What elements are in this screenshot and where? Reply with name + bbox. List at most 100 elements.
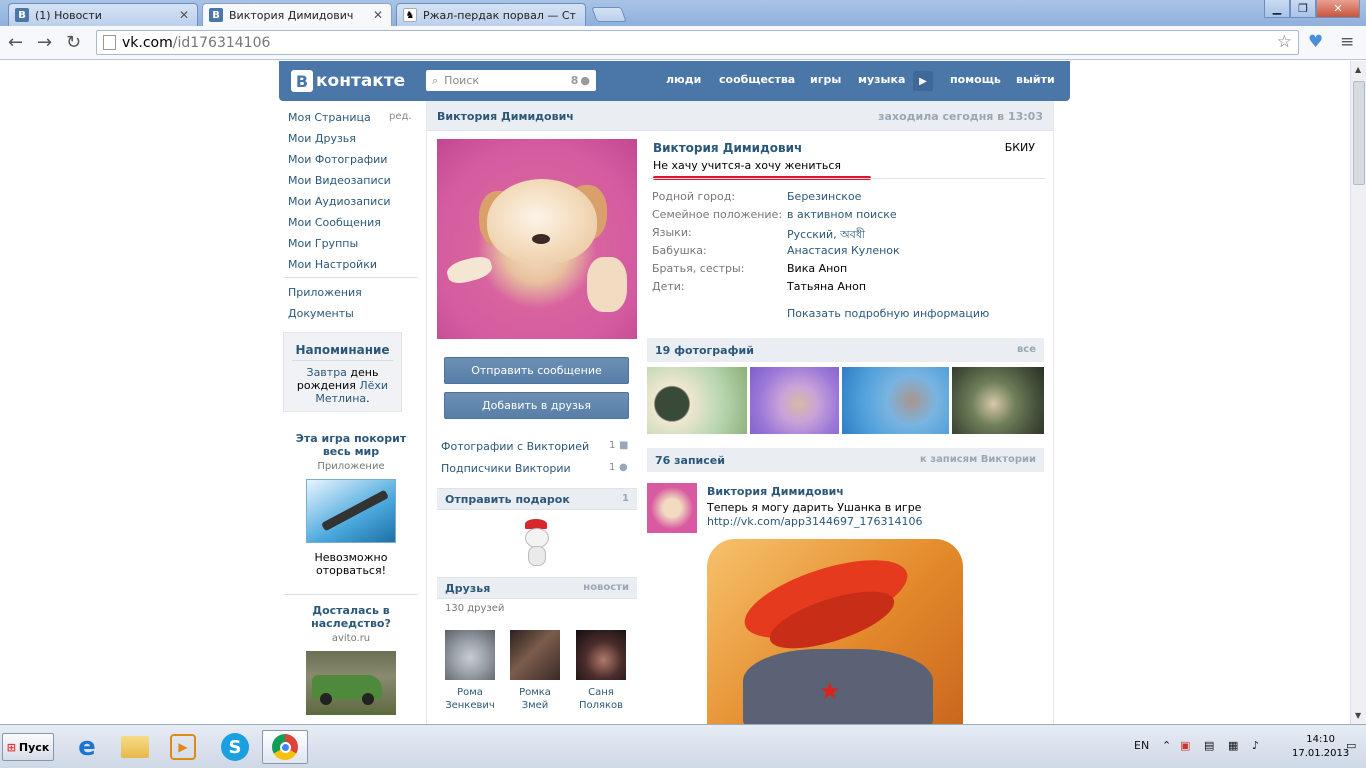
photo-thumbnail[interactable] (750, 367, 839, 434)
friend-first-name[interactable]: Саня (570, 686, 632, 699)
bookmark-star-icon[interactable]: ☆ (1277, 32, 1292, 52)
heart-extension-icon[interactable]: ♥ (1308, 32, 1323, 52)
scrollbar-thumb[interactable] (1353, 81, 1365, 185)
photos-all-link[interactable]: все (1017, 344, 1036, 355)
wall-posts-link[interactable]: к записям Виктории (920, 454, 1036, 465)
language-indicator[interactable]: EN (1134, 739, 1149, 752)
friend-last-name[interactable]: Зенкевич (439, 699, 501, 712)
show-desktop-icon[interactable]: ▭ (1346, 739, 1356, 752)
back-arrow-icon[interactable]: ← (8, 32, 23, 53)
menu-logout[interactable]: выйти (1016, 73, 1055, 86)
gift-section-header[interactable]: Отправить подарок 1 (437, 488, 637, 510)
menu-help[interactable]: помощь (950, 73, 1001, 86)
friends-title[interactable]: Друзья (445, 582, 490, 595)
tray-expand-icon[interactable]: ⌃ (1162, 739, 1171, 752)
system-clock[interactable]: 14:10 17.01.2013 (1292, 733, 1349, 761)
profile-university[interactable]: БКИУ (1005, 141, 1035, 154)
chrome-taskbar-button[interactable] (262, 730, 308, 764)
reload-icon[interactable]: ↻ (66, 32, 81, 53)
friend-last-name[interactable]: Поляков (570, 699, 632, 712)
gift-title[interactable]: Отправить подарок (445, 493, 570, 506)
device-icon[interactable]: ▤ (1204, 739, 1214, 752)
info-value-relationship[interactable]: в активном поиске (787, 208, 897, 221)
menu-music[interactable]: музыка (858, 73, 905, 86)
restore-button[interactable]: ❐ (1290, 0, 1316, 18)
post-author-avatar[interactable] (647, 483, 697, 533)
tab-news[interactable]: В (1) Новости ✕ (8, 3, 198, 26)
photos-title[interactable]: 19 фотографий (655, 344, 754, 357)
close-tab-icon[interactable]: ✕ (373, 8, 383, 22)
media-player-icon[interactable]: ▶ (166, 730, 200, 764)
left-menu-settings[interactable]: Мои Настройки (288, 258, 377, 271)
ad-car-image[interactable] (306, 651, 396, 715)
start-button[interactable]: ⊞ Пуск (2, 733, 54, 761)
post-app-link[interactable]: http://vk.com/app3144697_176314106 (707, 515, 922, 528)
photo-thumbnail[interactable] (952, 367, 1044, 434)
info-value-hometown[interactable]: Березинское (787, 190, 861, 203)
profile-status[interactable]: Не хачу учится-а хочу жениться (653, 159, 841, 172)
ad-title[interactable]: Досталась в наследство? (284, 604, 418, 630)
menu-people[interactable]: люди (666, 73, 701, 86)
network-error-icon[interactable]: ▣ (1180, 739, 1190, 752)
edit-link[interactable]: ред. (389, 111, 412, 122)
scroll-up-arrow-icon[interactable]: ▲ (1355, 65, 1361, 74)
left-menu-groups[interactable]: Мои Группы (288, 237, 358, 250)
post-author-name[interactable]: Виктория Димидович (707, 485, 844, 498)
ad-avito[interactable]: Досталась в наследство? avito.ru (284, 604, 418, 715)
friend-first-name[interactable]: Ромка (504, 686, 566, 699)
menu-icon[interactable]: ≡ (1340, 32, 1354, 52)
tab-joke-page[interactable]: ♞ Ржал-пердак порвал — Стр (396, 3, 586, 26)
forward-arrow-icon[interactable]: → (37, 32, 52, 53)
photo-thumbnail[interactable] (842, 367, 949, 434)
left-menu-friends[interactable]: Мои Друзья (288, 132, 356, 145)
photo-thumbnail[interactable] (647, 367, 747, 434)
left-menu-photos[interactable]: Мои Фотографии (288, 153, 387, 166)
vk-logo[interactable]: В контакте (291, 70, 405, 92)
left-menu-videos[interactable]: Мои Видеозаписи (288, 174, 391, 187)
profile-avatar[interactable] (437, 139, 637, 339)
reminder-tomorrow-link[interactable]: Завтра (307, 366, 347, 379)
left-menu-documents[interactable]: Документы (288, 307, 354, 320)
info-value-languages[interactable]: Русский, অবধী (787, 226, 865, 245)
close-window-button[interactable]: ✕ (1316, 0, 1360, 18)
followers-link[interactable]: Подписчики Виктории (441, 462, 571, 475)
friend-item[interactable]: Ромка Змей (504, 630, 566, 712)
friend-first-name[interactable]: Рома (439, 686, 501, 699)
menu-communities[interactable]: сообщества (719, 73, 795, 86)
add-friend-button[interactable]: Добавить в друзья (444, 392, 629, 419)
internet-explorer-icon[interactable]: e (70, 730, 104, 764)
friends-section-header[interactable]: Друзья новости (437, 577, 637, 599)
volume-icon[interactable]: ♪ (1252, 739, 1259, 752)
vk-search-input[interactable]: ⌕ Поиск 8 ● (426, 70, 596, 91)
post-app-image[interactable]: ★ (707, 539, 963, 724)
friend-last-name[interactable]: Змей (504, 699, 566, 712)
skype-icon[interactable]: S (218, 730, 252, 764)
new-tab-button[interactable] (591, 7, 627, 22)
left-menu-my-page[interactable]: Моя Страница (288, 111, 371, 124)
scroll-down-arrow-icon[interactable]: ▼ (1355, 711, 1361, 720)
tab-profile[interactable]: В Виктория Димидович ✕ (202, 3, 392, 26)
ad-game-image[interactable] (306, 479, 396, 543)
close-tab-icon[interactable]: ✕ (179, 8, 189, 22)
friend-item[interactable]: Саня Поляков (570, 630, 632, 712)
friend-item[interactable]: Рома Зенкевич (439, 630, 501, 712)
friend-photo[interactable] (510, 630, 560, 680)
show-more-info-link[interactable]: Показать подробную информацию (787, 307, 989, 320)
friends-news-link[interactable]: новости (583, 582, 629, 593)
friend-photo[interactable] (576, 630, 626, 680)
send-message-button[interactable]: Отправить сообщение (444, 357, 629, 384)
photos-section-header[interactable]: 19 фотографий все (647, 338, 1044, 362)
friend-photo[interactable] (445, 630, 495, 680)
ad-game[interactable]: Эта игра покорит весь мир Приложение Нев… (284, 432, 418, 577)
folder-icon[interactable] (118, 730, 152, 764)
network-icon[interactable]: ▦ (1228, 739, 1238, 752)
minimize-button[interactable]: ▁ (1264, 0, 1290, 18)
left-menu-audio[interactable]: Мои Аудиозаписи (288, 195, 391, 208)
gift-dog-image[interactable] (519, 519, 555, 567)
left-menu-apps[interactable]: Приложения (288, 286, 362, 299)
photos-with-link[interactable]: Фотографии с Викторией (441, 440, 589, 453)
menu-games[interactable]: игры (810, 73, 841, 86)
music-play-icon[interactable]: ▶ (913, 71, 933, 91)
ad-title[interactable]: Эта игра покорит весь мир (284, 432, 418, 458)
wall-title[interactable]: 76 записей (655, 454, 725, 467)
